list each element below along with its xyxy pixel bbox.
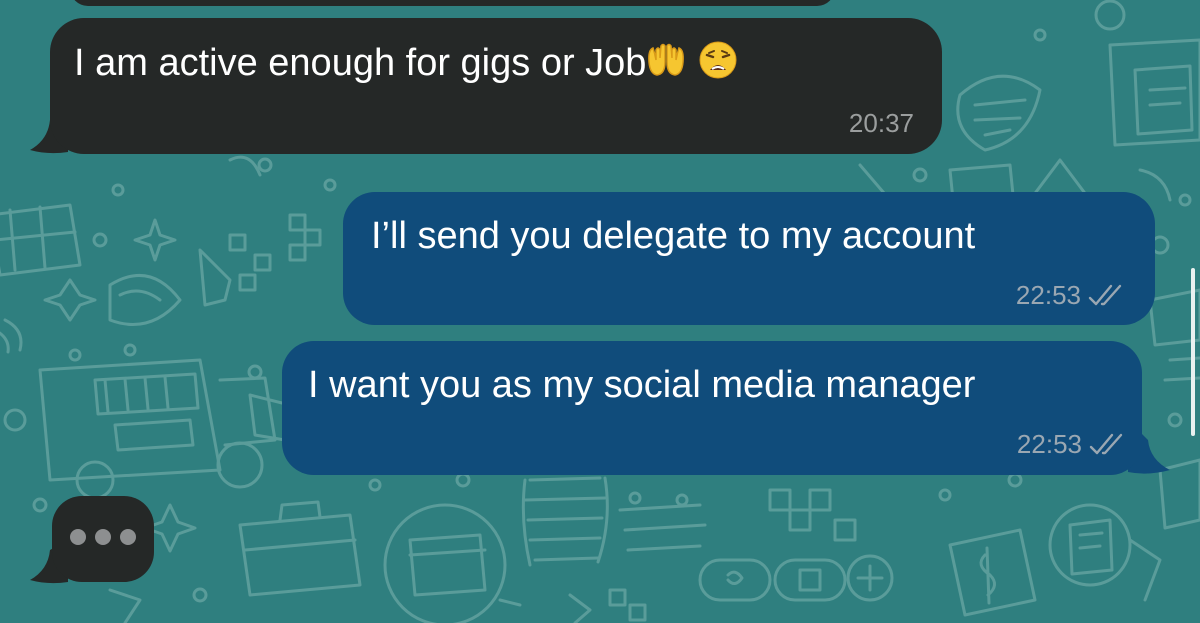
read-double-check-icon	[1089, 433, 1123, 455]
raising-hands-emoji	[646, 40, 686, 90]
pixel-doodle	[228, 213, 322, 292]
circle-doodle	[92, 232, 108, 248]
message-text: I want you as my social media manager	[308, 364, 976, 406]
food-truck-doodle	[38, 358, 277, 500]
outgoing-message[interactable]: I’ll send you delegate to my account 22:…	[343, 192, 1155, 325]
basket-doodle	[0, 203, 82, 277]
pills-doodle	[698, 554, 894, 602]
coin-stack-doodle	[521, 476, 609, 567]
weary-face-emoji	[698, 40, 738, 90]
money-tag-doodle	[948, 528, 1037, 617]
store-badge-doodle	[383, 503, 507, 623]
sparkle-doodle	[133, 218, 177, 262]
outgoing-message[interactable]: I want you as my social media manager 22…	[282, 341, 1142, 475]
incoming-message[interactable]: I am active enough for gigs or Job 20:37	[50, 18, 942, 154]
message-time: 20:37	[848, 108, 914, 138]
message-text: I’ll send you delegate to my account	[371, 215, 976, 257]
pixel-stairs-doodle	[768, 488, 857, 542]
briefcase-doodle	[238, 500, 362, 597]
read-double-check-icon	[1088, 284, 1122, 306]
scrollbar[interactable]	[1191, 268, 1195, 436]
message-meta: 22:53	[1017, 429, 1128, 459]
laptop-doodle	[1108, 38, 1200, 147]
previous-message-bubble	[70, 0, 835, 6]
typing-indicator	[52, 496, 154, 582]
message-time: 22:53	[1015, 280, 1081, 310]
message-meta: 22:53	[1016, 280, 1127, 310]
message-text: I am active enough for gigs or Job	[74, 40, 738, 90]
notepad-doodle	[1048, 503, 1132, 587]
corn-doodle	[956, 74, 1042, 152]
taco-doodle	[108, 273, 182, 326]
message-time: 22:53	[1016, 429, 1082, 459]
